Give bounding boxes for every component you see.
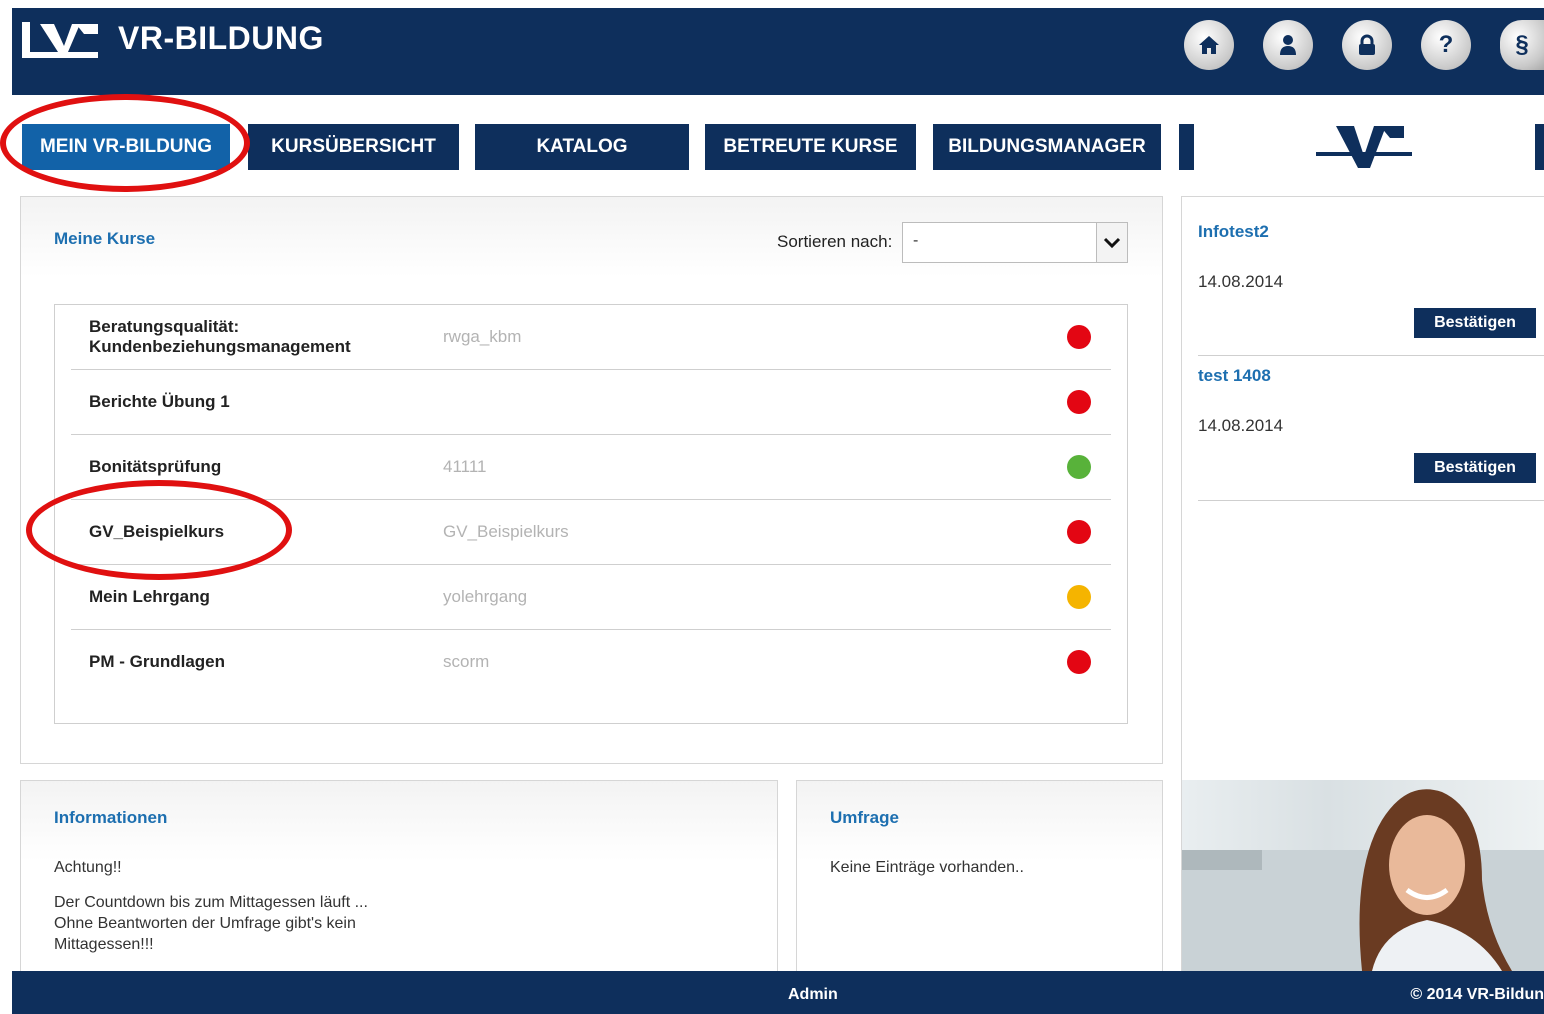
paragraph-glyph: § [1515,31,1529,58]
nav-divider-left [1179,124,1194,170]
course-code: GV_Beispielkurs [443,522,569,541]
course-name[interactable]: Berichte Übung 1 [89,392,409,412]
confirm-button[interactable]: Bestätigen [1414,453,1536,483]
sort-value: - [913,232,919,249]
status-dot [1067,325,1091,349]
courses-title: Meine Kurse [54,229,156,248]
course-row[interactable]: PM - Grundlagen scorm [71,630,1111,694]
vr-nav-logo [1316,126,1412,168]
chevron-down-icon[interactable] [1096,223,1127,262]
highlight-ring [26,480,292,580]
course-name[interactable]: Mein Lehrgang [89,587,409,607]
tab-kursuebersicht[interactable]: KURSÜBERSICHT [248,124,459,170]
footer-user[interactable]: Admin [788,986,838,1004]
sort-dropdown[interactable]: - [902,222,1128,263]
footer-copyright: © 2014 VR-Bildun [1410,986,1544,1003]
info-title: Informationen [54,808,168,827]
tab-betreute-kurse[interactable]: BETREUTE KURSE [705,124,916,170]
status-dot [1067,650,1091,674]
info-line: Der Countdown bis zum Mittagessen läuft … [54,894,368,911]
advisor-photo [1182,780,1544,971]
home-icon[interactable] [1184,20,1234,70]
status-dot [1067,455,1091,479]
status-dot [1067,520,1091,544]
paragraph-icon[interactable]: § [1500,20,1544,70]
confirm-button[interactable]: Bestätigen [1414,308,1536,338]
info-line: Achtung!! [54,859,122,876]
course-row[interactable]: Mein Lehrgang yolehrgang [71,565,1111,630]
sidebar-item-title[interactable]: Infotest2 [1198,222,1269,242]
user-icon[interactable] [1263,20,1313,70]
status-dot [1067,390,1091,414]
tab-bildungsmanager[interactable]: BILDUNGSMANAGER [933,124,1161,170]
course-code: rwga_kbm [443,327,522,346]
nav-divider-right [1535,124,1544,170]
course-code: 41111 [443,457,487,476]
sidebar-item-date: 14.08.2014 [1198,272,1284,291]
sidebar-divider [1198,500,1544,501]
sidebar-item-title[interactable]: test 1408 [1198,366,1271,386]
tab-katalog[interactable]: KATALOG [475,124,689,170]
course-name[interactable]: Bonitätsprüfung [89,457,409,477]
sort-label: Sortieren nach: [777,232,893,251]
help-icon[interactable]: ? [1421,20,1471,70]
status-dot [1067,585,1091,609]
vr-logo [18,18,102,62]
course-name[interactable]: PM - Grundlagen [89,652,409,672]
info-line: Mittagessen!!! [54,936,154,953]
help-glyph: ? [1438,31,1454,58]
top-header: VR-BILDUNG ? § [12,8,1544,95]
highlight-ring [0,94,250,192]
lock-icon[interactable] [1342,20,1392,70]
course-row[interactable]: Beratungsqualität: Kundenbeziehungsmanag… [71,305,1111,370]
course-code: scorm [443,652,490,671]
brand-title: VR-BILDUNG [118,20,324,56]
course-name[interactable]: Beratungsqualität: Kundenbeziehungsmanag… [89,317,409,357]
sidebar-divider [1198,355,1544,356]
info-line: Ohne Beantworten der Umfrage gibt's kein [54,915,356,932]
survey-text: Keine Einträge vorhanden.. [830,859,1024,876]
survey-title: Umfrage [830,808,899,827]
header-icon-bar: ? § [1184,20,1544,70]
footer: Admin © 2014 VR-Bildun [12,971,1544,1014]
sidebar-item-date: 14.08.2014 [1198,416,1284,435]
course-code: yolehrgang [443,587,528,606]
course-row[interactable]: Berichte Übung 1 [71,370,1111,435]
